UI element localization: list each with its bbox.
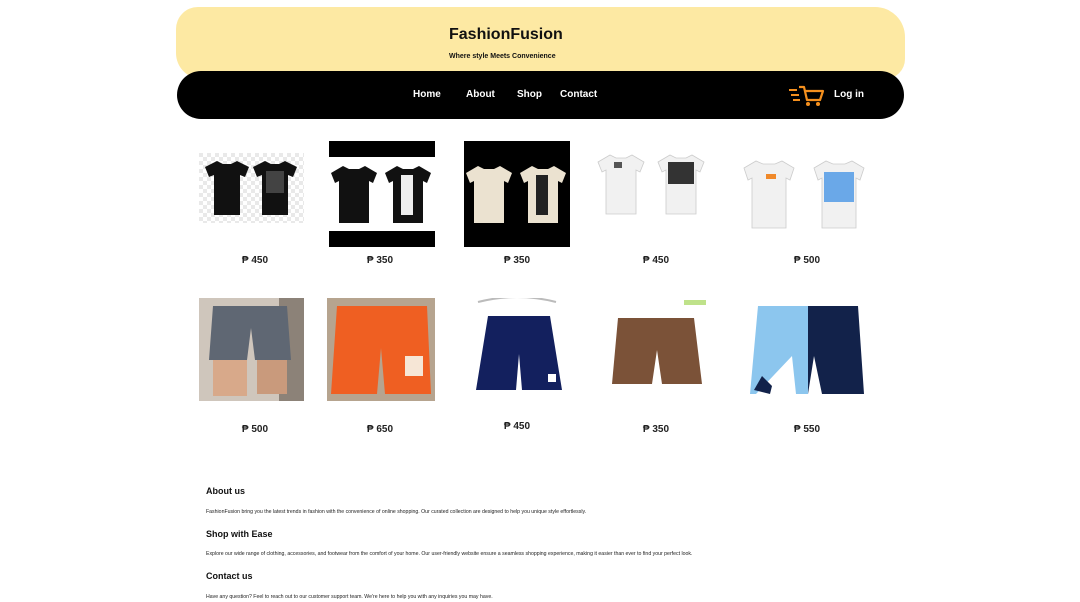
product-image[interactable]	[596, 150, 711, 218]
product-image[interactable]	[327, 298, 435, 401]
product-image[interactable]	[329, 141, 435, 247]
product-price: ₱ 450	[241, 255, 269, 266]
product-price: ₱ 450	[503, 421, 531, 432]
login-link[interactable]: Log in	[834, 89, 864, 100]
product-image[interactable]	[602, 298, 711, 401]
product-image[interactable]	[750, 302, 865, 398]
nav-about[interactable]: About	[466, 89, 495, 100]
product-image[interactable]	[464, 298, 570, 398]
product-price: ₱ 350	[642, 424, 670, 435]
shopping-cart-icon[interactable]	[787, 84, 827, 108]
brand-title[interactable]: FashionFusion	[449, 26, 563, 44]
product-price: ₱ 350	[503, 255, 531, 266]
nav-contact[interactable]: Contact	[560, 89, 597, 100]
brand-tagline: Where style Meets Convenience	[449, 53, 556, 60]
about-text: FashionFusion bring you the latest trend…	[206, 509, 587, 515]
product-image[interactable]	[199, 298, 304, 401]
product-price: ₱ 500	[793, 255, 821, 266]
nav-shop[interactable]: Shop	[517, 89, 542, 100]
nav-home[interactable]: Home	[413, 89, 441, 100]
contact-text: Have any question? Feel to reach out to …	[206, 594, 493, 600]
product-price: ₱ 650	[366, 424, 394, 435]
product-image[interactable]	[464, 141, 570, 247]
product-image[interactable]	[199, 153, 304, 223]
product-price: ₱ 450	[642, 255, 670, 266]
product-price: ₱ 350	[366, 255, 394, 266]
contact-heading: Contact us	[206, 571, 253, 581]
page: FashionFusion Where style Meets Convenie…	[0, 0, 1080, 602]
product-image[interactable]	[742, 156, 870, 232]
product-price: ₱ 500	[241, 424, 269, 435]
product-price: ₱ 550	[793, 424, 821, 435]
shop-text: Explore our wide range of clothing, acce…	[206, 551, 693, 557]
shop-heading: Shop with Ease	[206, 529, 273, 539]
about-heading: About us	[206, 486, 245, 496]
